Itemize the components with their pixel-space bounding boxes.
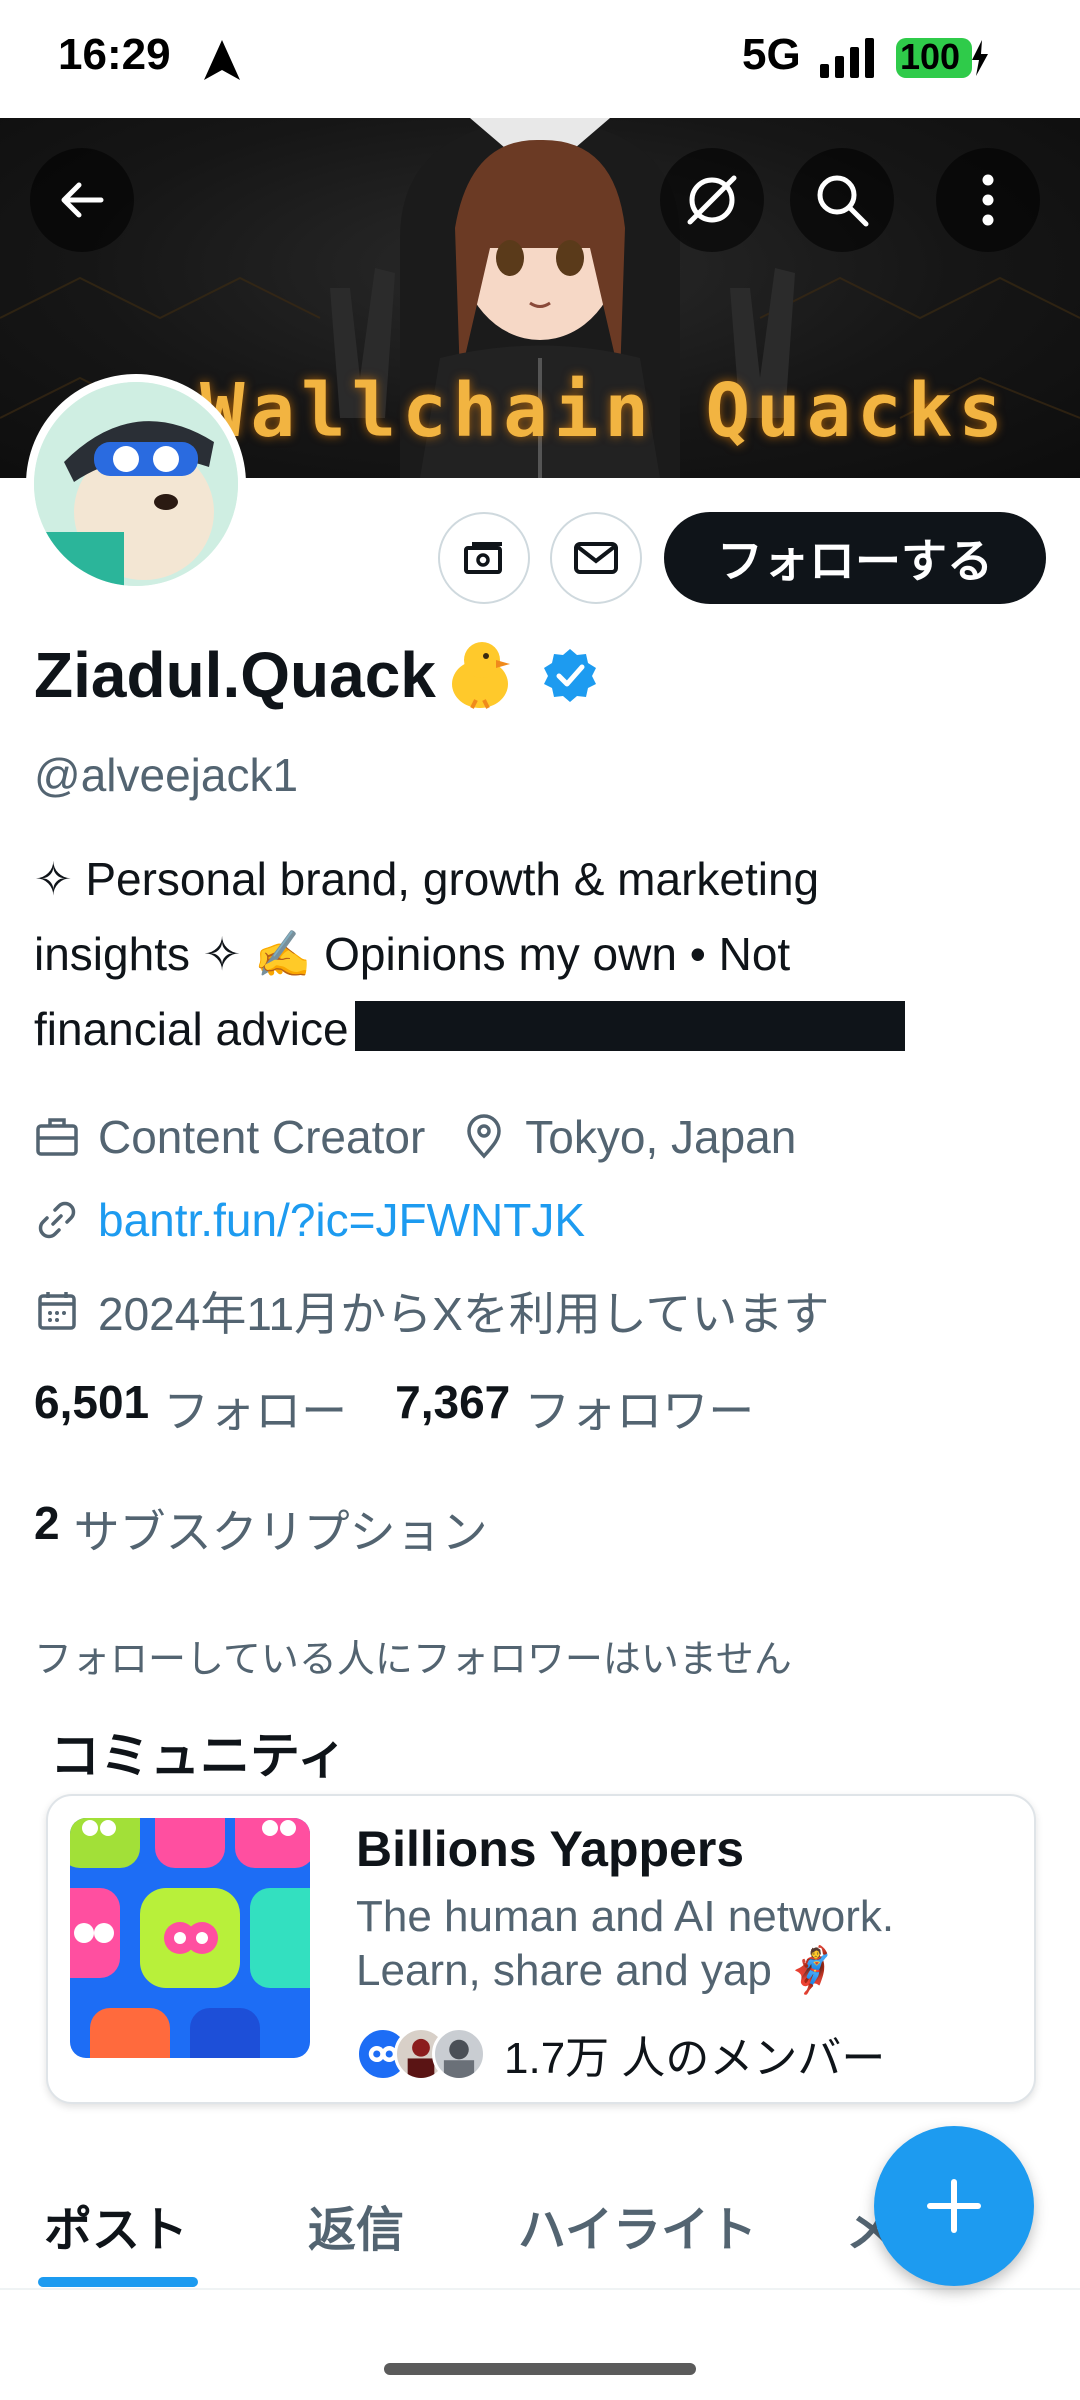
verified-badge-icon[interactable] (542, 647, 598, 703)
user-handle: @alveejack1 (34, 749, 299, 801)
community-description: The human and AI network. Learn, share a… (356, 1890, 1006, 1998)
banner-title: Wallchain Quacks (200, 368, 1009, 454)
charging-bolt-icon (972, 40, 988, 76)
community-members: 1.7万 人のメンバー (356, 2022, 885, 2086)
message-button[interactable] (550, 512, 642, 604)
subscriptions-stat[interactable]: 2 サブスクリプション (34, 1496, 488, 1562)
profile-website-row: bantr.fun/?ic=JFWNTJK (34, 1193, 585, 1247)
follow-button[interactable]: フォローする (664, 512, 1046, 604)
tab-replies[interactable]: 返信 (308, 2190, 404, 2260)
active-tab-indicator (38, 2277, 198, 2287)
calendar-icon (38, 1292, 76, 1330)
bio-line: financial advice (34, 1003, 349, 1055)
community-section-title: コミュニティ (50, 1727, 347, 1785)
display-name: Ziadul.Quack (34, 636, 598, 714)
profile-category: Content Creator (98, 1111, 426, 1163)
search-icon (817, 175, 869, 227)
navigation-arrow-icon (204, 40, 240, 80)
arrow-left-icon (61, 182, 104, 218)
bio-line: ✧ Personal brand, growth & marketing (34, 853, 820, 905)
profile-joined-date: 2024年11月からXを利用しています (98, 1288, 830, 1340)
subscriptions-label: サブスクリプション (73, 1506, 488, 1558)
display-name-text: Ziadul.Quack (34, 639, 436, 711)
bio-line-last: financial advice (34, 992, 1034, 1067)
location-pin-icon (467, 1114, 502, 1159)
more-options-button[interactable] (936, 148, 1040, 252)
back-button[interactable] (30, 148, 134, 252)
grok-button[interactable] (660, 148, 764, 252)
member-avatar (432, 2027, 486, 2081)
community-description-line: The human and AI network. (356, 1892, 895, 1941)
community-artwork (70, 1818, 310, 2058)
grok-icon (687, 175, 737, 225)
redacted-block (354, 1001, 905, 1051)
signal-icon (820, 38, 874, 78)
follow-stats: 6,501 フォロー 7,367 フォロワー (34, 1375, 802, 1441)
chick-emoji-icon (451, 642, 510, 709)
followers-you-know: フォローしている人にフォロワーはいません (34, 1639, 792, 1681)
status-time: 16:29 (58, 30, 171, 79)
profile-bio: ✧ Personal brand, growth & marketing ins… (34, 842, 1034, 1067)
profile-meta-category-location: Content Creator Tokyo, Japan (34, 1110, 796, 1164)
search-button[interactable] (790, 148, 894, 252)
followers-count: 7,367 (395, 1376, 511, 1428)
community-card[interactable]: Billions Yappers The human and AI networ… (46, 1794, 1036, 2104)
profile-website-link[interactable]: bantr.fun/?ic=JFWNTJK (98, 1193, 585, 1247)
battery-level: 100 (900, 36, 961, 77)
following-label: フォロー (163, 1385, 348, 1437)
plus-icon (927, 2179, 981, 2233)
following-count: 6,501 (34, 1376, 150, 1428)
home-indicator[interactable] (384, 2363, 696, 2375)
following-stat[interactable]: 6,501 フォロー (34, 1375, 347, 1441)
compose-post-button[interactable] (874, 2126, 1034, 2286)
tip-button[interactable] (438, 512, 530, 604)
community-image (70, 1818, 310, 2058)
profile-avatar[interactable] (26, 374, 246, 594)
community-description-line: Learn, share and yap 🦸 (356, 1946, 839, 1995)
subscriptions-count: 2 (34, 1497, 60, 1549)
briefcase-icon (36, 1118, 78, 1156)
more-vertical-icon (982, 174, 994, 226)
envelope-icon (574, 542, 618, 574)
community-member-count: 1.7万 人のメンバー (504, 2034, 886, 2083)
followers-stat[interactable]: 7,367 フォロワー (395, 1375, 754, 1441)
profile-joined-row: 2024年11月からXを利用しています (34, 1278, 829, 1344)
network-type: 5G (742, 30, 801, 79)
tab-highlights[interactable]: ハイライト (518, 2190, 757, 2260)
community-name: Billions Yappers (356, 1821, 745, 1877)
tab-posts[interactable]: ポスト (44, 2190, 188, 2260)
avatar-image (34, 382, 238, 586)
profile-location: Tokyo, Japan (525, 1111, 797, 1163)
battery-indicator: 100 (896, 36, 988, 80)
followers-label: フォロワー (524, 1385, 755, 1437)
status-bar: 16:29 5G 100 (0, 0, 1080, 118)
bio-line: insights ✧ ✍️ Opinions my own • Not (34, 928, 791, 980)
money-icon (464, 542, 502, 574)
link-icon (38, 1201, 76, 1239)
